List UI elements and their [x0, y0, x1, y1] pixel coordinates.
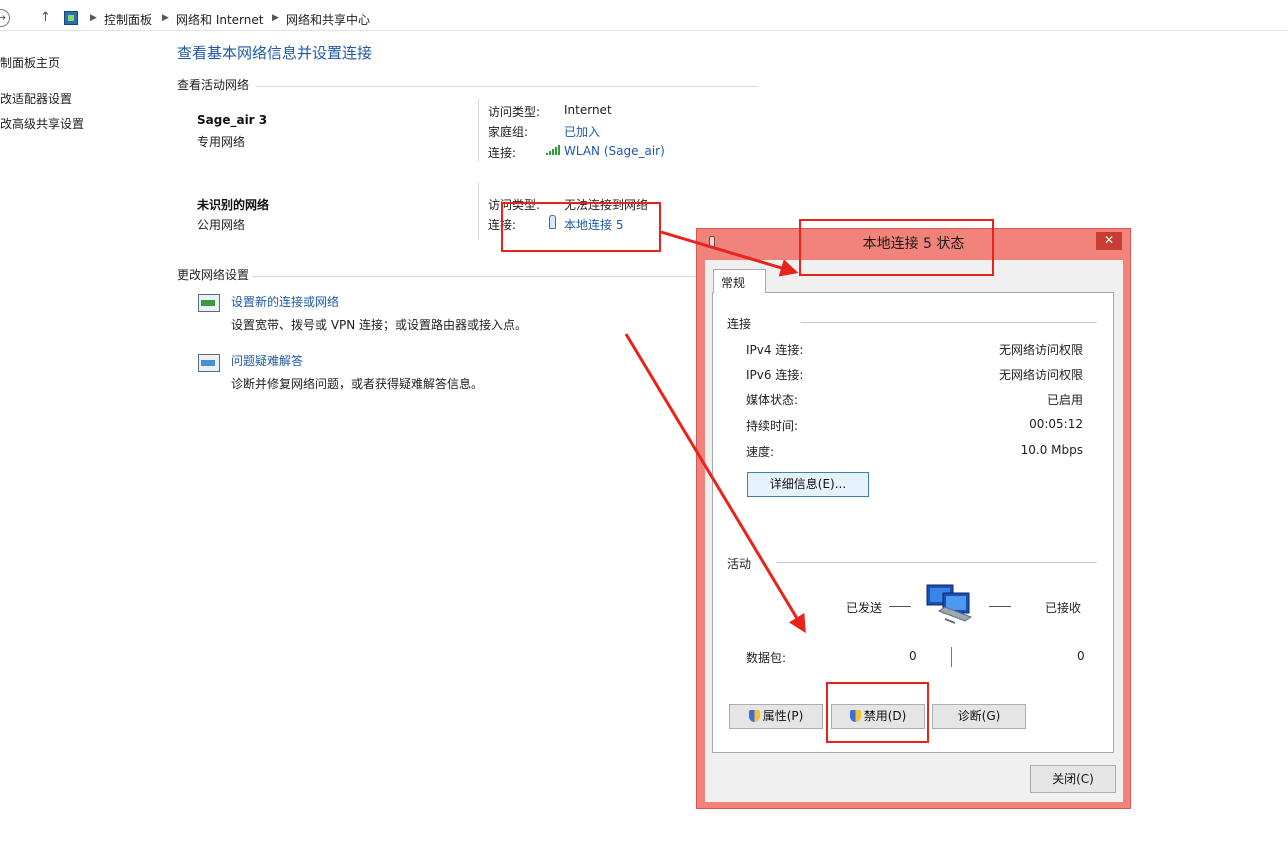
annotation-arrows: [624, 230, 806, 634]
annotation-arrow-to-disable: [624, 333, 806, 634]
annotation-arrow-to-dialog: [660, 230, 799, 277]
tab-general[interactable]: 常规: [713, 269, 766, 293]
